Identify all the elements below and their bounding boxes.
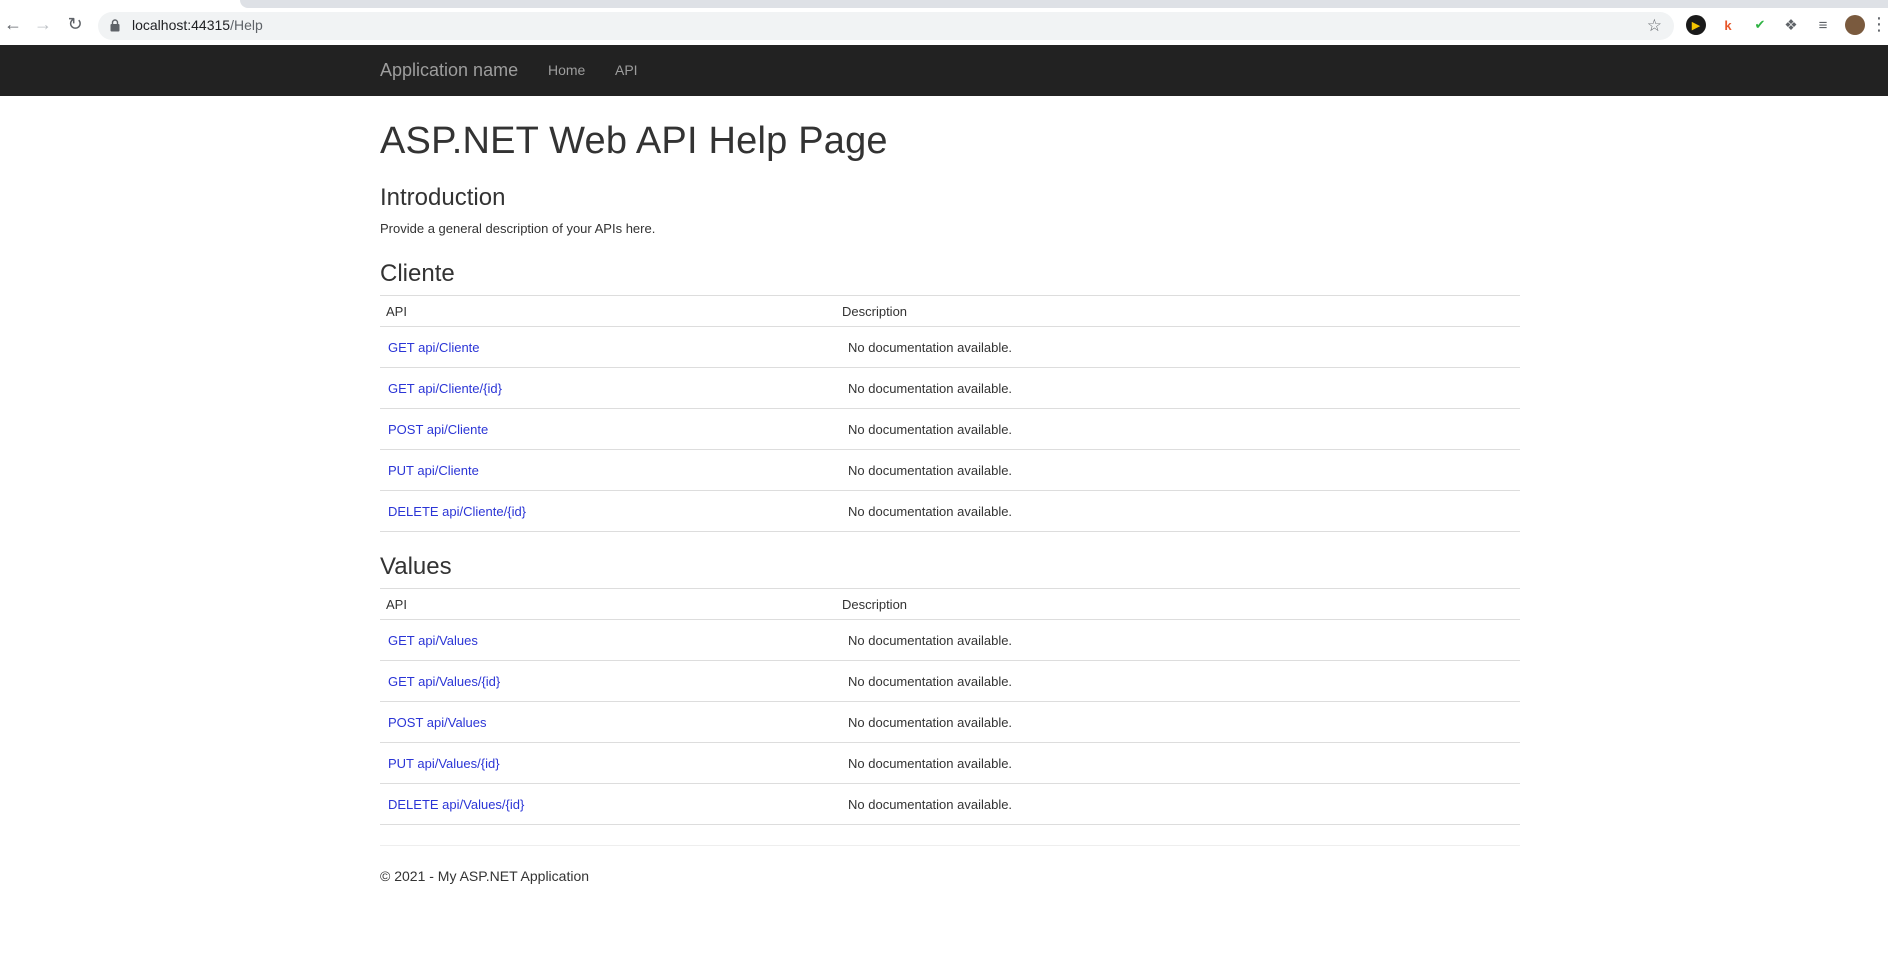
footer-divider: [380, 845, 1520, 846]
page-title: ASP.NET Web API Help Page: [380, 120, 888, 162]
column-header-description: Description: [836, 295, 1520, 327]
nav-link-api[interactable]: API: [615, 62, 638, 78]
api-link[interactable]: POST api/Cliente: [388, 422, 488, 437]
column-header-api: API: [380, 295, 836, 327]
intro-text: Provide a general description of your AP…: [380, 221, 656, 236]
table-row: DELETE api/Values/{id} No documentation …: [380, 783, 1520, 825]
api-table-cliente: API Description GET api/Cliente No docum…: [380, 295, 1520, 532]
api-description: No documentation available.: [836, 742, 1520, 784]
tab-strip: [240, 0, 1888, 8]
api-link[interactable]: DELETE api/Cliente/{id}: [388, 504, 526, 519]
api-description: No documentation available.: [836, 408, 1520, 450]
table-row: PUT api/Values/{id} No documentation ava…: [380, 742, 1520, 784]
api-link[interactable]: PUT api/Cliente: [388, 463, 479, 478]
reading-list-icon[interactable]: ≡: [1813, 15, 1833, 35]
url-text[interactable]: localhost:44315/Help: [132, 17, 263, 33]
column-header-description: Description: [836, 588, 1520, 620]
footer-copyright: © 2021 - My ASP.NET Application: [380, 868, 590, 884]
api-description: No documentation available.: [836, 326, 1520, 368]
section-heading-cliente: Cliente: [380, 260, 455, 287]
lock-icon: [110, 19, 120, 32]
api-description: No documentation available.: [836, 449, 1520, 491]
api-description: No documentation available.: [836, 783, 1520, 825]
table-row: POST api/Values No documentation availab…: [380, 701, 1520, 743]
api-link[interactable]: GET api/Values/{id}: [388, 674, 500, 689]
table-header-row: API Description: [380, 588, 1520, 620]
table-row: GET api/Values/{id} No documentation ava…: [380, 660, 1520, 702]
url-path: /Help: [230, 17, 263, 33]
shield-extension-icon[interactable]: ✔: [1750, 15, 1770, 35]
api-description: No documentation available.: [836, 619, 1520, 661]
nav-link-home[interactable]: Home: [548, 62, 585, 78]
intro-heading: Introduction: [380, 184, 506, 211]
forward-icon[interactable]: →: [32, 13, 54, 35]
api-description: No documentation available.: [836, 490, 1520, 532]
bookmark-star-icon[interactable]: ☆: [1647, 16, 1662, 36]
api-link[interactable]: POST api/Values: [388, 715, 487, 730]
api-description: No documentation available.: [836, 701, 1520, 743]
api-link[interactable]: GET api/Cliente: [388, 340, 480, 355]
profile-avatar[interactable]: [1845, 15, 1865, 35]
url-host: localhost:44315: [132, 17, 231, 33]
api-table-values: API Description GET api/Values No docume…: [380, 588, 1520, 825]
extension-k-icon[interactable]: k: [1718, 15, 1738, 35]
navbar: Application name Home API: [0, 45, 1888, 96]
brand-link[interactable]: Application name: [380, 60, 518, 81]
address-bar[interactable]: localhost:44315/Help ☆: [98, 12, 1674, 40]
section-heading-values: Values: [380, 553, 452, 580]
table-header-row: API Description: [380, 295, 1520, 327]
extensions-puzzle-icon[interactable]: ❖: [1781, 15, 1801, 35]
api-description: No documentation available.: [836, 660, 1520, 702]
media-extension-icon[interactable]: ▶: [1686, 15, 1706, 35]
reload-icon[interactable]: ↻: [64, 13, 86, 35]
api-description: No documentation available.: [836, 367, 1520, 409]
api-link[interactable]: PUT api/Values/{id}: [388, 756, 500, 771]
table-row: GET api/Cliente No documentation availab…: [380, 326, 1520, 368]
api-link[interactable]: DELETE api/Values/{id}: [388, 797, 524, 812]
table-row: DELETE api/Cliente/{id} No documentation…: [380, 490, 1520, 532]
menu-dots-icon[interactable]: ⋮: [1870, 13, 1888, 35]
browser-toolbar: ← → ↻ localhost:44315/Help ☆ ▶ k ✔ ❖ ≡ ⋮: [0, 0, 1888, 46]
api-link[interactable]: GET api/Values: [388, 633, 478, 648]
table-row: POST api/Cliente No documentation availa…: [380, 408, 1520, 450]
table-row: GET api/Values No documentation availabl…: [380, 619, 1520, 661]
api-link[interactable]: GET api/Cliente/{id}: [388, 381, 502, 396]
back-icon[interactable]: ←: [2, 13, 24, 35]
table-row: GET api/Cliente/{id} No documentation av…: [380, 367, 1520, 409]
table-row: PUT api/Cliente No documentation availab…: [380, 449, 1520, 491]
column-header-api: API: [380, 588, 836, 620]
